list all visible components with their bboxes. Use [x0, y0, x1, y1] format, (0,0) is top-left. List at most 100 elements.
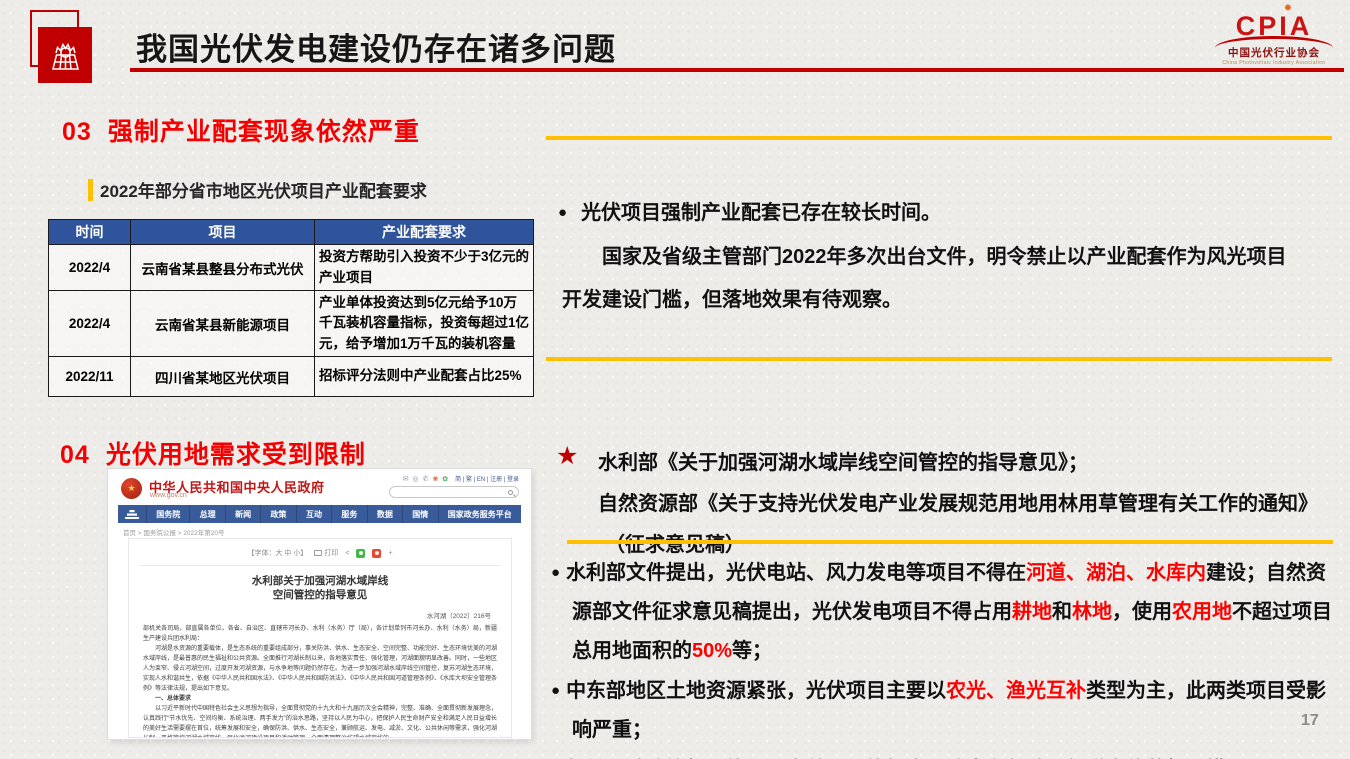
wechat-share-icon[interactable]	[356, 549, 365, 558]
header-underline	[130, 68, 1344, 72]
sec03-key-point-text: 光伏项目强制产业配套已存在较长时间。	[581, 202, 941, 224]
rss-icon[interactable]: ◎	[413, 476, 420, 483]
print-button[interactable]: 打印	[314, 548, 338, 558]
gov-article-card: 【字体：大 中 小】 打印 < + 水利部关于加强河湖水域岸线 空间管控的指导意…	[128, 538, 512, 738]
gov-utility-row: ✉ ◎ ✆ ❀ ✿ 简 | 繁 | EN | 注册 | 登录	[403, 474, 519, 483]
requirements-table: 时间 项目 产业配套要求 2022/4 云南省某县整县分布式光伏 投资方帮助引入…	[48, 219, 534, 397]
national-emblem-icon: ★	[121, 478, 142, 499]
text-segment: 农用地	[1172, 601, 1232, 623]
star-bullet-icon: ★	[556, 441, 578, 471]
wechat-icon[interactable]: ✿	[442, 476, 449, 483]
cell-time: 2022/4	[49, 291, 131, 357]
gov-doc-paragraph: 河湖是水资源的重要载体，是生态系统的重要组成部分，事关防洪、供水、生态安全、空间…	[143, 644, 497, 694]
weibo-share-icon[interactable]	[372, 549, 381, 558]
font-size-control[interactable]: 【字体：大 中 小】	[247, 548, 307, 558]
text-segment: 中东部地区土地资源紧张，光伏项目主要以	[566, 680, 946, 702]
caption-accent-bar	[88, 179, 93, 201]
slide: 我国光伏发电建设仍存在诸多问题 ✹ CPIA 中国光伏行业协会 China Ph…	[0, 0, 1350, 759]
gov-doc-number: 水河湖〔2022〕216号	[129, 610, 491, 620]
cell-project: 四川省某地区光伏项目	[131, 357, 315, 397]
text-segment: 林地	[1072, 601, 1112, 623]
weibo-icon[interactable]: ❀	[432, 476, 439, 483]
section-03-number: 03	[62, 118, 92, 146]
section-03-heading: 03 强制产业配套现象依然严重	[62, 112, 420, 148]
column-header-time: 时间	[49, 220, 131, 245]
more-share-icon[interactable]: +	[388, 550, 392, 557]
gov-nav-item[interactable]: 数据	[367, 505, 402, 523]
section-04-heading: 04 光伏用地需求受到限制	[60, 435, 366, 471]
gov-doc-body: 部机关各司局，部直属各单位，各省、自治区、直辖市河长办、水利（水务）厅（局），各…	[143, 624, 497, 738]
gov-doc-title-line1: 水利部关于加强河湖水域岸线	[129, 575, 511, 589]
cell-time: 2022/11	[49, 357, 131, 397]
gov-nav-item[interactable]: 总理	[189, 505, 224, 523]
gov-search-input[interactable]	[389, 486, 519, 498]
mail-icon[interactable]: ✉	[403, 476, 410, 483]
gov-nav-item[interactable]: 国情	[402, 505, 437, 523]
page-number: 17	[1301, 712, 1319, 730]
text-segment: 等；	[732, 640, 772, 662]
gov-nav-item[interactable]: 服务	[331, 505, 366, 523]
text-segment: 和	[1052, 601, 1072, 623]
gov-nav-item[interactable]: 国家政务服务平台	[438, 505, 521, 523]
cell-requirement: 产业单体投资达到5亿元给予10万千瓦装机容量指标，投资每超过1亿元，给予增加1万…	[315, 291, 534, 357]
bullet-icon: ●	[558, 204, 567, 221]
bullet-icon: ●	[551, 682, 560, 699]
text-segment: 农光、渔光互补	[946, 680, 1086, 702]
list-item: ● 中东部地区土地资源紧张，光伏项目主要以农光、渔光互补类型为主，此两类项目受影响…	[551, 671, 1343, 750]
policy-documents-list: 水利部《关于加强河湖水域岸线空间管控的指导意见》； 自然资源部《关于支持光伏发电…	[598, 443, 1318, 566]
gov-breadcrumb[interactable]: 首页 > 国务院公报 > 2022年第20号	[123, 527, 225, 537]
gov-doc-title-line2: 空间管控的指导意见	[129, 589, 511, 603]
list-item: ● 水利部文件提出，光伏电站、风力发电等项目不得在河道、湖泊、水库内建设；自然资源…	[551, 553, 1343, 671]
bullet-text: 水利部文件提出，光伏电站、风力发电等项目不得在河道、湖泊、水库内建设；自然资源部…	[566, 562, 1332, 662]
text-segment: ，使用	[1112, 601, 1172, 623]
table-header-row: 时间 项目 产业配套要求	[49, 220, 534, 245]
sec04-bullet-list: ● 水利部文件提出，光伏电站、风力发电等项目不得在河道、湖泊、水库内建设；自然资源…	[551, 553, 1343, 759]
gov-article-toolbar: 【字体：大 中 小】 打印 < +	[129, 548, 511, 558]
share-arrow-icon[interactable]: <	[345, 550, 349, 557]
gov-nav-item[interactable]: 政策	[260, 505, 295, 523]
section-04-title: 光伏用地需求受到限制	[106, 441, 366, 469]
cpia-org-name-en: China Photovoltaic Industry Association	[1208, 60, 1340, 66]
section-03-title: 强制产业配套现象依然严重	[108, 118, 420, 146]
column-header-requirement: 产业配套要求	[315, 220, 534, 245]
section-04-number: 04	[60, 441, 90, 469]
table-row: 2022/11 四川省某地区光伏项目 招标评分法则中产业配套占比25%	[49, 357, 534, 397]
cell-project: 云南省某县新能源项目	[131, 291, 315, 357]
gov-nav-item[interactable]: 互动	[296, 505, 331, 523]
printer-icon	[314, 550, 322, 556]
solar-panel-icon	[38, 27, 92, 83]
language-links[interactable]: 简 | 繁 | EN | 注册 | 登录	[455, 477, 519, 483]
gov-website-screenshot: ★ 中华人民共和国中央人民政府 www.gov.cn ✉ ◎ ✆ ❀ ✿ 简 |…	[108, 469, 531, 739]
sec03-paragraph: 国家及省级主管部门2022年多次出台文件，明令禁止以产业配套作为风光项目开发建设…	[562, 236, 1288, 322]
gov-nav-item[interactable]: 国务院	[146, 505, 189, 523]
table-caption: 2022年部分省市地区光伏项目产业配套要求	[88, 177, 427, 202]
gov-doc-title: 水利部关于加强河湖水域岸线 空间管控的指导意见	[129, 575, 511, 603]
column-header-project: 项目	[131, 220, 315, 245]
gov-doc-salutation: 部机关各司局，部直属各单位，各省、自治区、直辖市河长办、水利（水务）厅（局），各…	[143, 624, 497, 644]
toolbar-divider	[139, 565, 501, 566]
gov-doc-section-heading: 一、总体要求	[143, 694, 497, 704]
bullet-text: 中东部地区土地资源紧张，光伏项目主要以农光、渔光互补类型为主，此两类项目受影响严…	[566, 680, 1326, 741]
cell-requirement: 招标评分法则中产业配套占比25%	[315, 357, 534, 397]
policy-line: 水利部《关于加强河湖水域岸线空间管控的指导意见》；	[598, 443, 1318, 484]
cell-project: 云南省某县整县分布式光伏	[131, 245, 315, 291]
gold-rule-bottom	[567, 540, 1333, 544]
gov-doc-paragraph: 以习近平新时代中国特色社会主义思想为指导，全面贯彻党的十九大和十九届历次全会精神…	[143, 704, 497, 738]
text-segment: 河道、湖泊、水库内	[1026, 562, 1206, 584]
cell-time: 2022/4	[49, 245, 131, 291]
mobile-icon[interactable]: ✆	[423, 476, 430, 483]
cpia-acronym: CPIA	[1208, 13, 1340, 39]
search-icon	[508, 490, 513, 495]
gov-nav-bar: 国务院 总理 新闻 政策 互动 服务 数据 国情 国家政务服务平台	[118, 505, 521, 523]
sec03-key-point: ● 光伏项目强制产业配套已存在较长时间。	[558, 196, 941, 225]
bullet-icon: ●	[551, 564, 560, 581]
gov-nav-item[interactable]: 新闻	[225, 505, 260, 523]
table-caption-text: 2022年部分省市地区光伏项目产业配套要求	[100, 177, 427, 202]
page-title: 我国光伏发电建设仍存在诸多问题	[136, 24, 616, 69]
gold-rule-top	[546, 136, 1332, 140]
cpia-logo: ✹ CPIA 中国光伏行业协会 China Photovoltaic Indus…	[1208, 4, 1340, 66]
cell-requirement: 投资方帮助引入投资不少于3亿元的产业项目	[315, 245, 534, 291]
gov-home-icon[interactable]	[118, 505, 146, 523]
gold-rule-middle	[546, 357, 1332, 361]
policy-line: 自然资源部《关于支持光伏发电产业发展规范用地用林用草管理有关工作的通知》	[598, 484, 1318, 525]
